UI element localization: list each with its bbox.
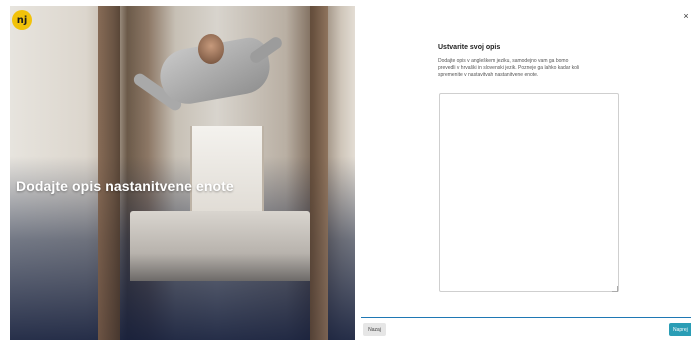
hero-title: Dodajte opis nastanitvene enote bbox=[16, 178, 234, 194]
bed bbox=[130, 211, 310, 281]
close-icon[interactable]: × bbox=[682, 12, 690, 21]
panel-help-text: Dodajte opis v angleškem jeziku, samodej… bbox=[438, 58, 620, 79]
brand-logo-text: nj bbox=[16, 14, 28, 26]
jumping-person-head bbox=[198, 34, 224, 64]
next-button[interactable]: Naprej bbox=[669, 323, 691, 336]
back-button[interactable]: Nazaj bbox=[363, 323, 386, 336]
brand-logo[interactable]: nj bbox=[12, 10, 32, 30]
hero-image-panel: nj Dodajte opis nastanitvene enote bbox=[10, 6, 355, 340]
door-frame-left bbox=[98, 6, 120, 340]
help-line-3: spremenite v nastavitvah nastanitvene en… bbox=[438, 72, 539, 78]
help-line-2: prevedli v hrvaški in slovenski jezik. P… bbox=[438, 65, 580, 71]
textarea-resize-handle[interactable] bbox=[612, 286, 618, 292]
help-line-1: Dodajte opis v angleškem jeziku, samodej… bbox=[438, 58, 569, 64]
panel-title: Ustvarite svoj opis bbox=[438, 44, 501, 51]
footer-divider bbox=[361, 317, 691, 318]
door-frame-right bbox=[310, 6, 328, 340]
description-textarea[interactable] bbox=[439, 93, 619, 292]
description-panel: Ustvarite svoj opis Dodajte opis v angle… bbox=[438, 44, 620, 79]
